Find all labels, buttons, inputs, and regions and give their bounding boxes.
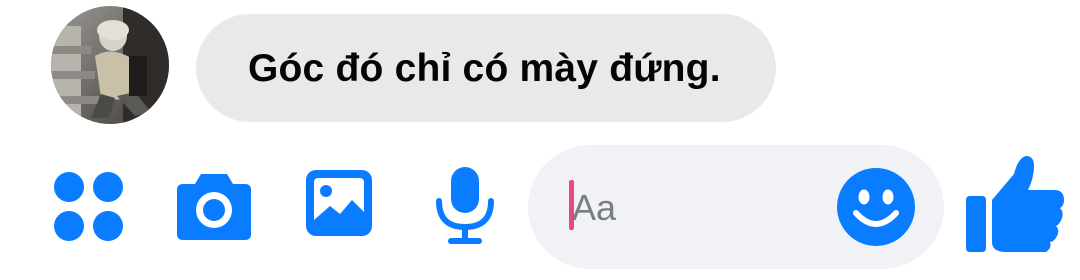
microphone-button[interactable] — [434, 165, 496, 247]
message-input[interactable]: Aa — [528, 145, 944, 269]
apps-grid-icon — [54, 172, 123, 241]
apps-button[interactable] — [52, 170, 126, 244]
message-input-placeholder: Aa — [572, 187, 617, 228]
camera-button[interactable] — [175, 170, 253, 242]
message-bubble[interactable]: Góc đó chỉ có mày đứng. — [196, 14, 776, 122]
image-gallery-icon — [306, 170, 372, 236]
emoji-button[interactable] — [836, 167, 916, 247]
gallery-button[interactable] — [304, 168, 374, 238]
emoji-smile-icon — [837, 168, 915, 246]
message-text: Góc đó chỉ có mày đứng. — [248, 47, 721, 90]
messenger-chat: Góc đó chỉ có mày đứng. Aa — [0, 0, 1080, 280]
sender-avatar[interactable] — [51, 6, 169, 124]
avatar-photo-icon — [51, 6, 169, 124]
like-button[interactable] — [962, 152, 1066, 256]
thumbs-up-icon — [966, 156, 1064, 252]
microphone-icon — [436, 167, 494, 244]
camera-icon — [177, 174, 251, 240]
